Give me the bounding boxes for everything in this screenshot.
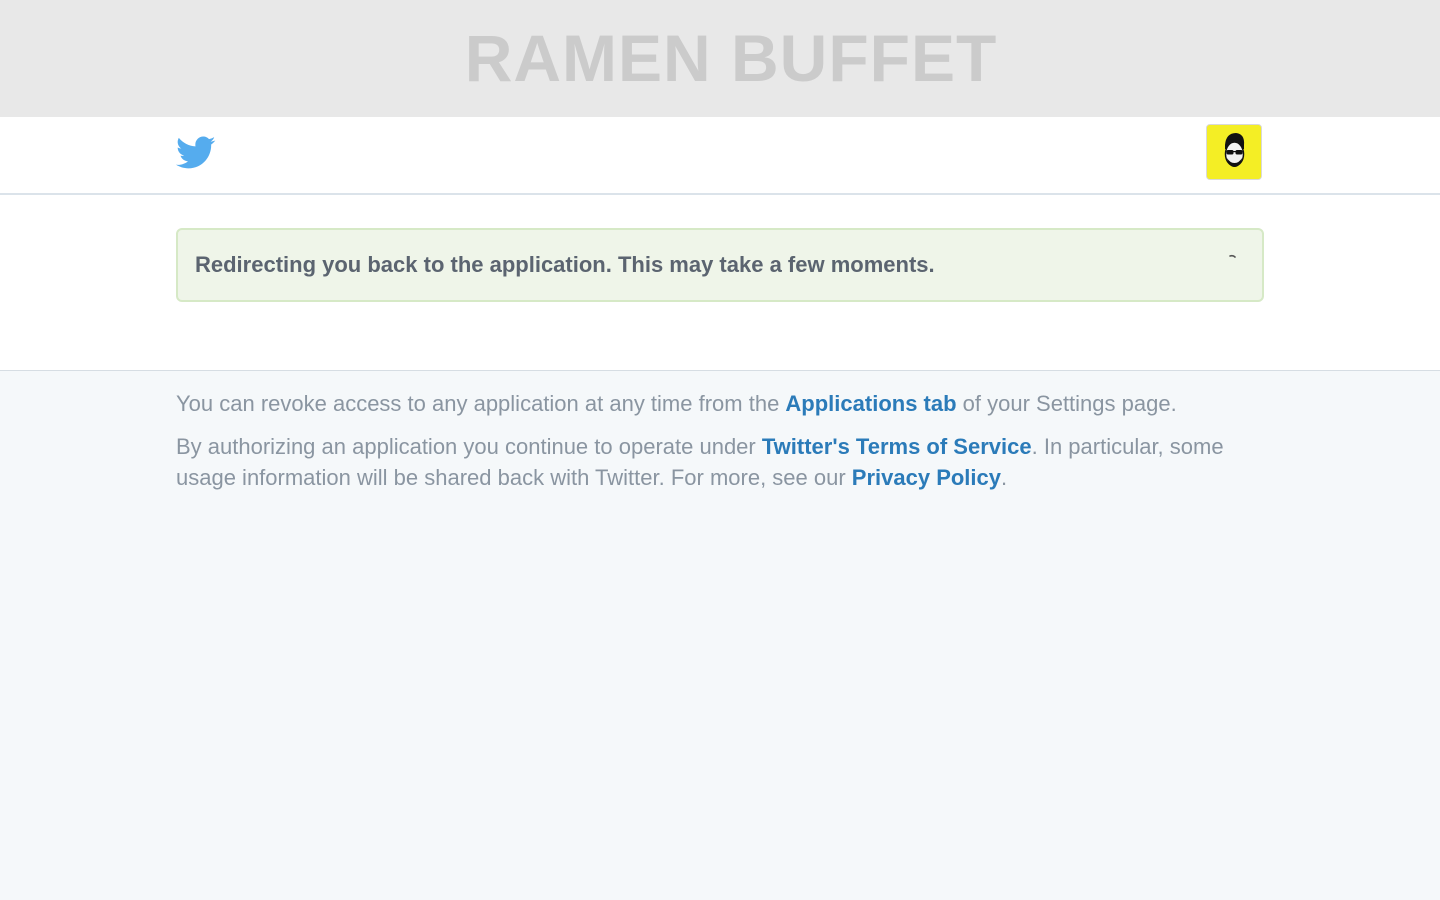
footer-info: You can revoke access to any application… (176, 388, 1276, 505)
redirect-message: Redirecting you back to the application.… (195, 252, 935, 277)
redirect-notice: Redirecting you back to the application.… (176, 228, 1264, 302)
twitter-bird-icon[interactable] (176, 135, 216, 171)
applications-tab-link[interactable]: Applications tab (785, 391, 956, 416)
terms-of-service-link[interactable]: Twitter's Terms of Service (762, 434, 1032, 459)
app-banner: RAMEN BUFFET (0, 0, 1440, 117)
user-avatar[interactable] (1206, 124, 1262, 180)
avatar-face-icon (1207, 125, 1261, 179)
terms-text: By authorizing an application you contin… (176, 434, 1224, 490)
loading-spinner-icon (1229, 254, 1236, 258)
privacy-policy-link[interactable]: Privacy Policy (852, 465, 1001, 490)
main-content: Redirecting you back to the application.… (0, 195, 1440, 371)
banner-title: RAMEN BUFFET (464, 20, 998, 95)
revoke-access-text: You can revoke access to any application… (176, 391, 1177, 416)
twitter-header (0, 117, 1440, 195)
